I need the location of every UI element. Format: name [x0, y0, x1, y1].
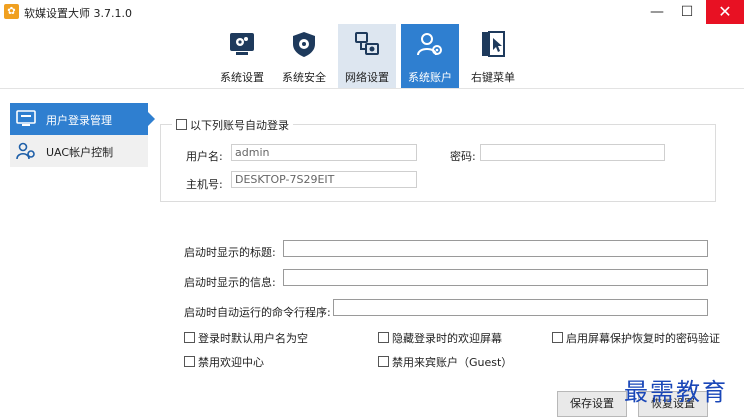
- checkbox-box[interactable]: [176, 119, 187, 130]
- window-title: 软媒设置大师 3.7.1.0: [24, 7, 132, 20]
- sidebar-item-user-login[interactable]: 用户登录管理: [10, 103, 155, 135]
- tab-label: 网络设置: [345, 71, 389, 84]
- checkbox-box[interactable]: [552, 332, 563, 343]
- autologin-checkbox-label: 以下列账号自动登录: [190, 119, 289, 132]
- sidebar-item-label: 用户登录管理: [46, 114, 112, 127]
- monitor-login-icon: [16, 110, 36, 126]
- tab-context-menu[interactable]: 右键菜单: [464, 24, 522, 88]
- tab-system-settings[interactable]: 系统设置: [213, 24, 271, 88]
- checkbox-box[interactable]: [184, 356, 195, 367]
- sidebar-item-label: UAC帐户控制: [46, 146, 114, 159]
- option-label: 启用屏幕保护恢复时的密码验证: [566, 332, 720, 345]
- username-label: 用户名:: [186, 150, 223, 163]
- watermark: 最需教育: [624, 378, 728, 406]
- maximize-button[interactable]: ☐: [670, 0, 704, 24]
- password-label: 密码:: [450, 150, 476, 163]
- startup-title-field[interactable]: [283, 240, 708, 257]
- option-label: 禁用来宾账户（Guest）: [392, 356, 513, 369]
- sidebar: 用户登录管理 UAC帐户控制: [10, 103, 155, 167]
- option-label: 登录时默认用户名为空: [198, 332, 308, 345]
- hostname-label: 主机号:: [186, 178, 223, 191]
- password-field[interactable]: [480, 144, 665, 161]
- option-hide-welcome[interactable]: 隐藏登录时的欢迎屏幕: [378, 330, 502, 346]
- app-logo-icon: ✿: [4, 4, 19, 19]
- tab-system-accounts[interactable]: 系统账户: [401, 24, 459, 88]
- sidebar-item-uac[interactable]: UAC帐户控制: [10, 135, 148, 167]
- main-toolbar: 系统设置 系统安全 网络设置 系统账户 右键菜单: [0, 24, 744, 88]
- startup-message-field[interactable]: [283, 269, 708, 286]
- option-default-empty-user[interactable]: 登录时默认用户名为空: [184, 330, 308, 346]
- option-disable-guest[interactable]: 禁用来宾账户（Guest）: [378, 354, 512, 370]
- username-field[interactable]: admin: [231, 144, 417, 161]
- startup-command-label: 启动时自动运行的命令行程序:: [184, 306, 331, 319]
- option-label: 隐藏登录时的欢迎屏幕: [392, 332, 502, 345]
- user-account-icon: [417, 33, 442, 56]
- startup-title-label: 启动时显示的标题:: [184, 246, 276, 259]
- autologin-checkbox[interactable]: 以下列账号自动登录: [172, 117, 293, 133]
- tab-label: 系统安全: [282, 71, 326, 84]
- startup-message-label: 启动时显示的信息:: [184, 276, 276, 289]
- option-disable-welcome-center[interactable]: 禁用欢迎中心: [184, 354, 264, 370]
- startup-command-field[interactable]: [333, 299, 708, 316]
- checkbox-box[interactable]: [378, 332, 389, 343]
- cursor-menu-icon: [482, 31, 505, 57]
- option-label: 禁用欢迎中心: [198, 356, 264, 369]
- save-button[interactable]: 保存设置: [557, 391, 627, 417]
- minimize-button[interactable]: —: [640, 0, 674, 24]
- shield-gear-icon: [293, 32, 315, 57]
- toolbar-divider: [0, 88, 744, 89]
- autologin-group: [160, 124, 716, 202]
- title-bar: ✿ 软媒设置大师 3.7.1.0 — ☐ ✕: [0, 0, 744, 24]
- tab-label: 右键菜单: [471, 71, 515, 84]
- close-button[interactable]: ✕: [706, 0, 744, 24]
- users-icon: [16, 142, 35, 160]
- network-icon: [355, 32, 379, 55]
- monitor-gear-icon: [230, 33, 254, 55]
- tab-label: 系统账户: [408, 71, 452, 84]
- tab-label: 系统设置: [220, 71, 264, 84]
- option-screensaver-password[interactable]: 启用屏幕保护恢复时的密码验证: [552, 330, 720, 346]
- tab-system-security[interactable]: 系统安全: [275, 24, 333, 88]
- checkbox-box[interactable]: [184, 332, 195, 343]
- checkbox-box[interactable]: [378, 356, 389, 367]
- hostname-field[interactable]: DESKTOP-7S29EIT: [231, 171, 417, 188]
- tab-network-settings[interactable]: 网络设置: [338, 24, 396, 88]
